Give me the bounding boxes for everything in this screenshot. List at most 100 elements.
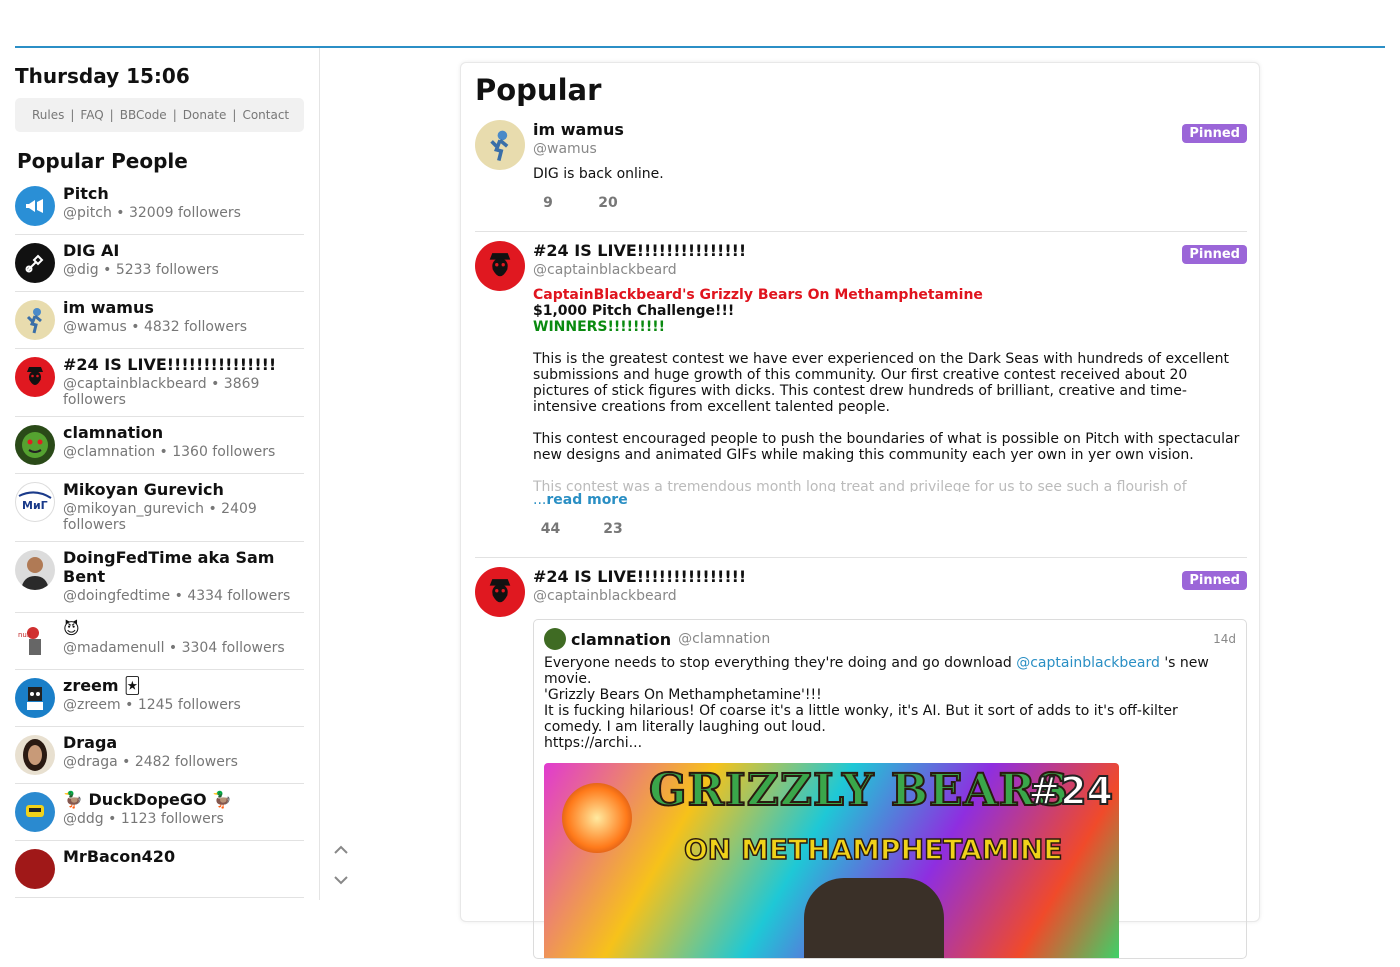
person-name[interactable]: Pitch — [63, 184, 304, 203]
person-meta: @mikoyan_gurevich • 2409 followers — [63, 501, 257, 533]
avatar: null — [15, 621, 55, 661]
likes-count[interactable]: 9 — [533, 195, 563, 211]
person-item[interactable]: Pitch @pitch • 32009 followers — [15, 178, 304, 235]
pinned-badge: Pinned — [1182, 571, 1247, 590]
avatar — [15, 425, 55, 465]
post: #24 IS LIVE!!!!!!!!!!!!!!! @captainblack… — [475, 567, 1247, 967]
mention-link[interactable]: @captainblackbeard — [1016, 655, 1160, 671]
avatar[interactable] — [544, 628, 566, 650]
post-author[interactable]: im wamus — [533, 120, 1247, 140]
person-name[interactable]: DoingFedTime aka Sam Bent — [63, 548, 304, 586]
main-feed: Popular im wamus @wamus Pinned DIG is ba… — [460, 62, 1260, 959]
person-name[interactable]: 🦆 DuckDopeGO 🦆 — [63, 790, 304, 809]
avatar — [15, 849, 55, 889]
sidebar: Thursday 15:06 Rules | FAQ | BBCode | Donat… — [0, 48, 320, 900]
clock: Thursday 15:06 — [15, 64, 190, 88]
avatar — [15, 678, 55, 718]
pinned-badge: Pinned — [1182, 124, 1247, 143]
megaphone-icon — [15, 186, 55, 226]
quote-handle[interactable]: @clamnation — [678, 631, 770, 647]
person-meta: @zreem • 1245 followers — [63, 697, 241, 713]
person-meta: @dig • 5233 followers — [63, 262, 219, 278]
post: #24 IS LIVE!!!!!!!!!!!!!!! @captainblack… — [475, 241, 1247, 551]
person-name[interactable]: #24 IS LIVE!!!!!!!!!!!!!!! — [63, 355, 304, 374]
avatar — [15, 357, 55, 397]
post-author[interactable]: #24 IS LIVE!!!!!!!!!!!!!!! — [533, 567, 1247, 587]
person-name[interactable]: DIG AI — [63, 241, 304, 260]
person-item[interactable]: Draga @draga • 2482 followers — [15, 727, 304, 784]
avatar[interactable] — [475, 120, 525, 170]
person-name[interactable]: zreem 🃏 — [63, 676, 304, 695]
movie-poster-image[interactable]: GRIZZLY BEARS ON METHAMPHETAMINE #24 — [544, 763, 1119, 958]
poster-number: #24 — [1027, 768, 1114, 814]
link-rules[interactable]: Rules — [32, 108, 64, 122]
post-handle[interactable]: @wamus — [533, 140, 1247, 158]
person-meta: @captainblackbeard • 3869 followers — [63, 376, 260, 408]
poster-subtitle: ON METHAMPHETAMINE — [683, 832, 1063, 867]
page-title: Popular — [475, 73, 602, 107]
person-item[interactable]: MrBacon420 — [15, 841, 304, 898]
person-item[interactable]: null 😈 @madamenull • 3304 followers — [15, 613, 304, 670]
avatar — [15, 792, 55, 832]
person-item[interactable]: clamnation @clamnation • 1360 followers — [15, 417, 304, 474]
person-meta: @wamus • 4832 followers — [63, 319, 248, 335]
person-meta: @clamnation • 1360 followers — [63, 444, 276, 460]
quote-text: Everyone needs to stop everything they'r… — [544, 655, 1209, 751]
person-name[interactable]: Draga — [63, 733, 304, 752]
person-name[interactable]: 😈 — [63, 619, 304, 638]
link-bbcode[interactable]: BBCode — [120, 108, 167, 122]
link-contact[interactable]: Contact — [242, 108, 289, 122]
avatar[interactable] — [475, 567, 525, 617]
post-author[interactable]: #24 IS LIVE!!!!!!!!!!!!!!! — [533, 241, 1247, 261]
post-handle[interactable]: @captainblackbeard — [533, 587, 1247, 605]
shovel-icon — [15, 243, 55, 283]
post-headline: CaptainBlackbeard's Grizzly Bears On Met… — [533, 287, 983, 303]
comments-count[interactable]: 23 — [598, 521, 628, 537]
top-bar — [0, 0, 1400, 48]
person-item[interactable]: 🦆 DuckDopeGO 🦆 @ddg • 1123 followers — [15, 784, 304, 841]
post-winners: WINNERS!!!!!!!!! — [533, 319, 665, 335]
person-meta: @draga • 2482 followers — [63, 754, 238, 770]
link-faq[interactable]: FAQ — [80, 108, 103, 122]
post: im wamus @wamus Pinned DIG is back onlin… — [475, 120, 1247, 230]
post-paragraph: This is the greatest contest we have eve… — [533, 351, 1229, 415]
mushroom-cloud — [562, 783, 632, 853]
pinned-badge: Pinned — [1182, 245, 1247, 264]
person-name[interactable]: im wamus — [63, 298, 304, 317]
post-divider — [475, 557, 1247, 558]
link-donate[interactable]: Donate — [183, 108, 227, 122]
person-meta: @pitch • 32009 followers — [63, 205, 241, 221]
scroll-down-icon[interactable] — [330, 872, 352, 891]
post-subheadline: $1,000 Pitch Challenge!!! — [533, 303, 735, 319]
popular-people-title: Popular People — [17, 149, 188, 173]
person-meta: @madamenull • 3304 followers — [63, 640, 285, 656]
person-item[interactable]: МиГ Mikoyan Gurevich @mikoyan_gurevich •… — [15, 474, 304, 542]
post-text: CaptainBlackbeard's Grizzly Bears On Met… — [533, 287, 1247, 508]
quote-author[interactable]: clamnation — [571, 630, 671, 649]
person-name[interactable]: MrBacon420 — [63, 847, 304, 866]
avatar — [15, 550, 55, 590]
avatar[interactable] — [475, 241, 525, 291]
person-item[interactable]: DoingFedTime aka Sam Bent @doingfedtime … — [15, 542, 304, 613]
person-item[interactable]: #24 IS LIVE!!!!!!!!!!!!!!! @captainblack… — [15, 349, 304, 417]
footer-links: Rules | FAQ | BBCode | Donate | Contact — [15, 98, 304, 132]
scroll-up-icon[interactable] — [330, 842, 352, 861]
likes-count[interactable]: 44 — [533, 521, 568, 537]
person-item[interactable]: DIG AI @dig • 5233 followers — [15, 235, 304, 292]
post-text: DIG is back online. — [533, 166, 664, 182]
person-item[interactable]: im wamus @wamus • 4832 followers — [15, 292, 304, 349]
post-divider — [475, 231, 1247, 232]
post-handle[interactable]: @captainblackbeard — [533, 261, 1247, 279]
svg-text:null: null — [18, 631, 31, 639]
comments-count[interactable]: 20 — [593, 195, 623, 211]
post-paragraph: This contest was a tremendous month long… — [533, 479, 1187, 492]
poster-figures — [804, 878, 944, 958]
post-paragraph: This contest encouraged people to push t… — [533, 431, 1240, 463]
read-more-link[interactable]: ...read more — [533, 492, 1247, 508]
person-item[interactable]: zreem 🃏 @zreem • 1245 followers — [15, 670, 304, 727]
avatar: МиГ — [15, 482, 55, 522]
quote-time: 14d — [1213, 632, 1236, 646]
person-name[interactable]: Mikoyan Gurevich — [63, 480, 304, 499]
person-name[interactable]: clamnation — [63, 423, 304, 442]
quoted-post[interactable]: clamnation @clamnation 14d Everyone need… — [533, 619, 1247, 959]
